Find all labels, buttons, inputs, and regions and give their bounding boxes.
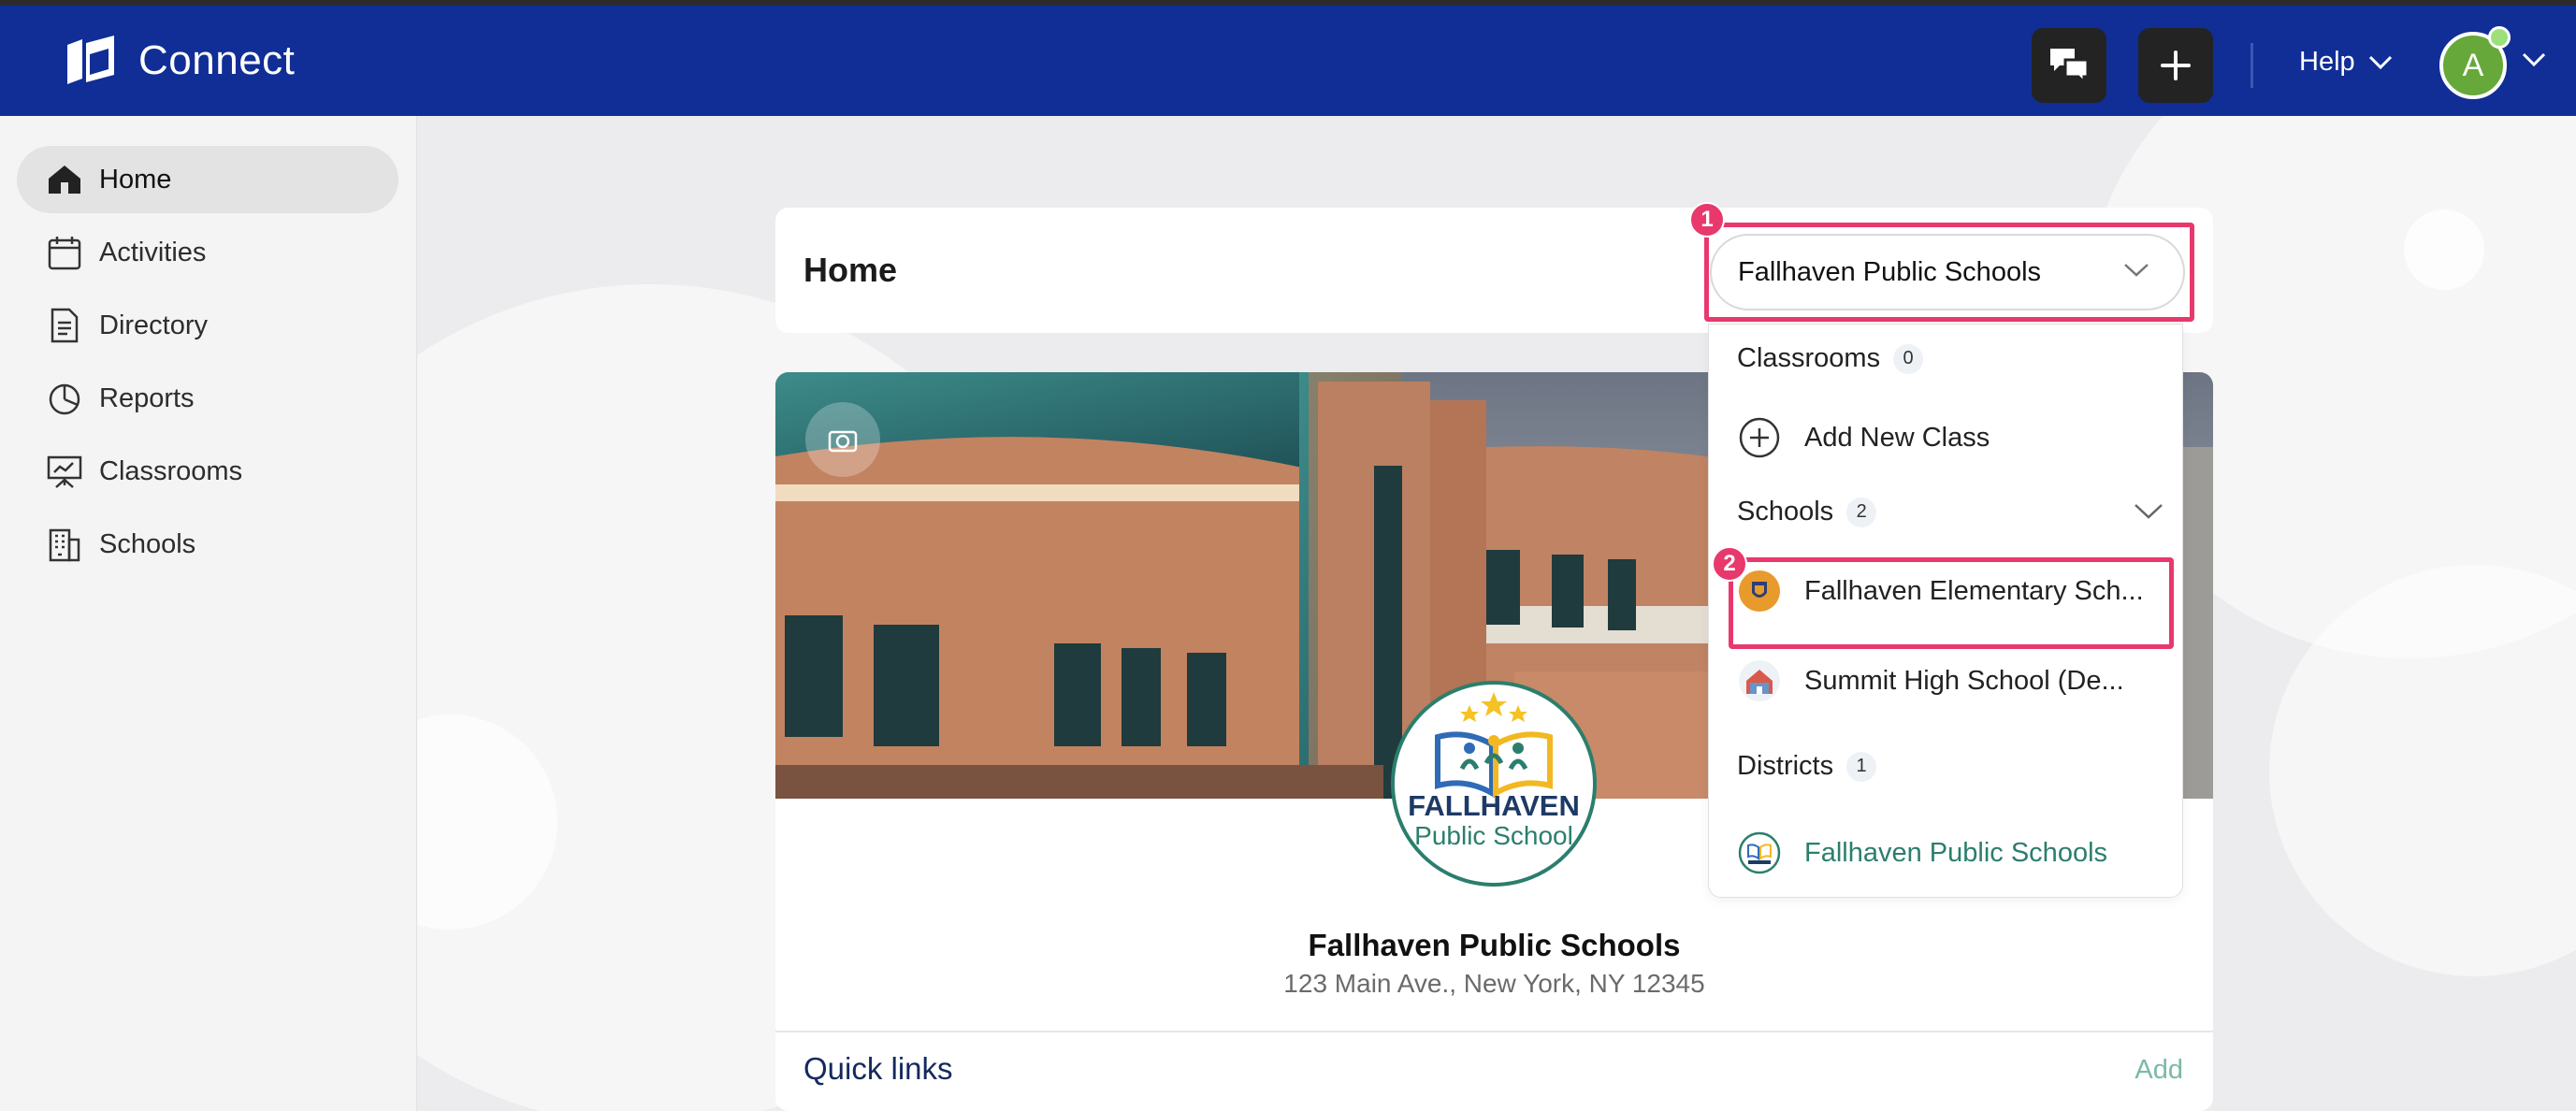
chat-button[interactable] xyxy=(2032,28,2106,103)
sidebar-item-reports[interactable]: Reports xyxy=(17,365,398,432)
sidebar-item-classrooms[interactable]: Classrooms xyxy=(17,438,398,505)
document-icon xyxy=(51,308,79,343)
sidebar-item-label: Activities xyxy=(99,237,207,267)
building-icon xyxy=(49,528,80,562)
sidebar-item-schools[interactable]: Schools xyxy=(17,511,398,578)
background-decoration xyxy=(2404,209,2484,290)
chevron-down-icon xyxy=(2368,55,2392,69)
organization-address: 123 Main Ave., New York, NY 12345 xyxy=(1283,969,1705,998)
presentation-board-icon xyxy=(47,455,82,488)
menu-item-label: Summit High School (De... xyxy=(1804,665,2124,696)
page-title: Home xyxy=(803,251,898,289)
schools-section-header[interactable]: Schools 2 xyxy=(1737,497,2164,527)
chat-bubbles-icon xyxy=(2050,49,2090,86)
logo-title: FALLHAVEN xyxy=(1408,789,1580,822)
connect-logo-icon xyxy=(67,36,114,84)
chevron-down-icon xyxy=(2135,504,2163,519)
sidebar-item-label: Classrooms xyxy=(99,455,243,486)
annotation-highlight-1 xyxy=(1704,223,2194,322)
app-name: Connect xyxy=(138,37,296,83)
annotation-step-badge: 1 xyxy=(1689,202,1725,238)
school-item-summit-high[interactable]: Summit High School (De... xyxy=(1737,650,2164,712)
quick-links-title: Quick links xyxy=(803,1051,953,1086)
count-badge: 1 xyxy=(1846,751,1877,782)
change-cover-button[interactable] xyxy=(805,402,880,477)
sidebar-item-label: Home xyxy=(99,164,172,195)
annotation-highlight-2 xyxy=(1729,557,2174,649)
plus-icon xyxy=(2161,50,2191,80)
count-badge: 2 xyxy=(1846,497,1877,527)
add-button[interactable] xyxy=(2138,28,2213,103)
district-item-fallhaven-public-schools[interactable]: Fallhaven Public Schools xyxy=(1737,822,2164,884)
brand[interactable]: Connect xyxy=(62,32,295,90)
sidebar: Home Activities Directory Reports Classr… xyxy=(0,116,417,1111)
district-logo-icon xyxy=(1738,831,1781,874)
annotation-step-badge: 2 xyxy=(1712,546,1747,582)
pie-chart-icon xyxy=(49,383,80,415)
section-label: Classrooms xyxy=(1737,343,1881,373)
logo-subtitle: Public School xyxy=(1414,821,1573,850)
districts-section-header: Districts 1 xyxy=(1737,751,1877,782)
sidebar-item-directory[interactable]: Directory xyxy=(17,292,398,359)
plus-circle-icon xyxy=(1739,417,1780,458)
count-badge: 0 xyxy=(1893,343,1924,374)
help-label: Help xyxy=(2299,47,2355,77)
school-logo-graphic xyxy=(1435,692,1553,799)
top-bar: Connect Help A xyxy=(0,0,2576,116)
avatar-initial: A xyxy=(2462,47,2484,83)
online-status-indicator xyxy=(2488,26,2511,49)
menu-item-label: Fallhaven Public Schools xyxy=(1804,837,2108,868)
sidebar-item-activities[interactable]: Activities xyxy=(17,219,398,286)
sidebar-item-label: Schools xyxy=(99,528,196,559)
menu-item-label: Add New Class xyxy=(1804,422,1990,453)
chevron-down-icon[interactable] xyxy=(2522,52,2546,67)
help-menu[interactable]: Help xyxy=(2299,47,2393,78)
sidebar-item-label: Directory xyxy=(99,310,209,340)
topbar-divider xyxy=(2250,43,2253,88)
section-label: Districts xyxy=(1737,751,1834,781)
camera-icon xyxy=(828,430,858,453)
sidebar-item-label: Reports xyxy=(99,382,195,413)
divider xyxy=(775,1031,2213,1032)
home-icon xyxy=(49,166,80,194)
section-label: Schools xyxy=(1737,497,1834,527)
classrooms-section-header: Classrooms 0 xyxy=(1737,343,1924,374)
schoolhouse-icon xyxy=(1739,660,1780,701)
calendar-icon xyxy=(48,237,81,270)
school-logo: FALLHAVEN Public School xyxy=(1391,681,1597,887)
organization-name: Fallhaven Public Schools xyxy=(1308,928,1681,962)
add-new-class-item[interactable]: Add New Class xyxy=(1737,407,2164,469)
sidebar-item-home[interactable]: Home xyxy=(17,146,398,213)
quick-links-add-button[interactable]: Add xyxy=(2135,1055,2183,1086)
